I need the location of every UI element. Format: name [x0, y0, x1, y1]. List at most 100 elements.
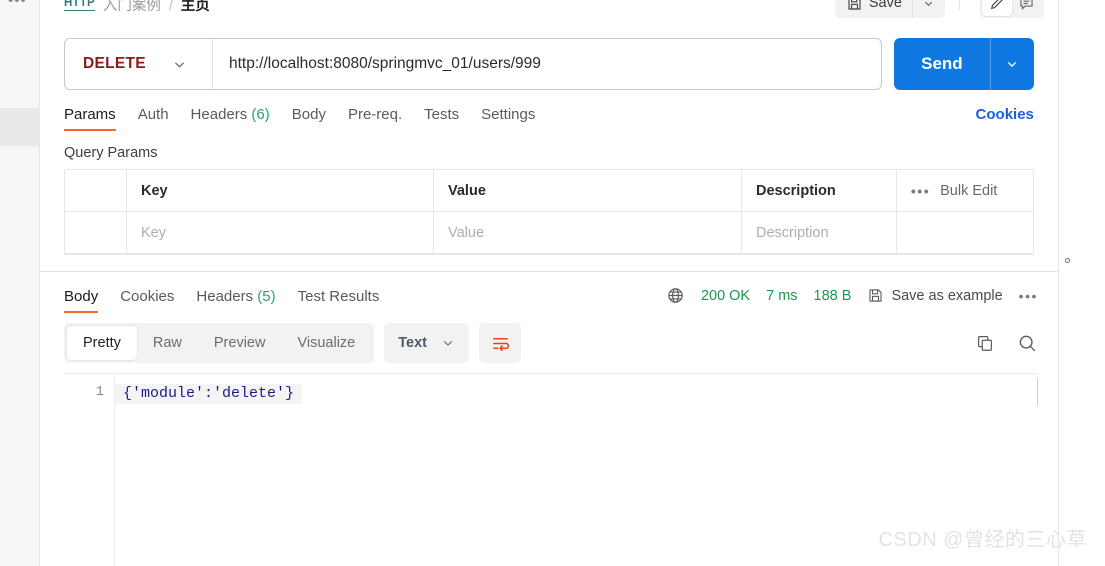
breadcrumb: HTTP 入门案例 / 主页 — [64, 0, 210, 15]
view-icon-group — [979, 0, 1044, 18]
response-time: 7 ms — [766, 287, 798, 304]
chevron-down-icon — [172, 57, 187, 72]
response-header: Body Cookies Headers (5) Test Results 20… — [40, 272, 1058, 313]
save-options-button[interactable] — [913, 0, 945, 18]
chevron-down-icon — [1005, 57, 1019, 71]
url-input[interactable]: http://localhost:8080/springmvc_01/users… — [213, 39, 881, 89]
response-code-area[interactable]: {'module':'delete'} — [114, 374, 1038, 566]
chevron-down-icon — [441, 336, 455, 350]
method-selector[interactable]: DELETE — [65, 39, 213, 89]
tab-headers-label: Headers — [190, 106, 248, 123]
table-header-row: Key Value Description ••• Bulk Edit — [65, 170, 1033, 212]
view-mode-preview[interactable]: Preview — [198, 326, 282, 360]
comment-button[interactable] — [1012, 0, 1042, 16]
save-button-group: Save — [834, 0, 945, 18]
response-more-icon[interactable]: ••• — [1019, 288, 1038, 304]
table-more-icon[interactable]: ••• — [911, 183, 930, 199]
pencil-icon — [988, 0, 1005, 12]
request-response-panel: HTTP 入门案例 / 主页 Save DELETE http://localh… — [40, 0, 1059, 566]
bulk-edit-group: ••• Bulk Edit — [897, 170, 1033, 211]
breadcrumb-current: 主页 — [180, 0, 210, 14]
floppy-disk-icon — [867, 287, 884, 304]
tab-tests-label: Tests — [424, 106, 460, 123]
globe-icon[interactable] — [666, 286, 685, 305]
tab-tests[interactable]: Tests — [424, 106, 459, 131]
save-button[interactable]: Save — [835, 0, 913, 18]
send-button-group: Send — [893, 38, 1034, 90]
chevron-down-icon — [922, 0, 935, 10]
tab-settings[interactable]: Settings — [481, 106, 535, 131]
url-bar: DELETE http://localhost:8080/springmvc_0… — [64, 38, 882, 90]
sidebar-more-icon[interactable]: ••• — [8, 0, 27, 8]
response-tab-test-results-label: Test Results — [297, 288, 380, 305]
table-row[interactable]: Key Value Description — [65, 212, 1033, 254]
code-line: {'module':'delete'} — [115, 384, 303, 404]
response-tab-test-results[interactable]: Test Results — [298, 288, 380, 313]
row-value-input[interactable]: Value — [434, 212, 742, 253]
copy-button[interactable] — [975, 333, 995, 353]
protocol-badge: HTTP — [64, 0, 95, 11]
tab-body[interactable]: Body — [292, 106, 326, 131]
response-body-toolbar: Pretty Raw Preview Visualize Text — [40, 313, 1058, 363]
top-actions: Save — [834, 0, 1044, 18]
send-button[interactable]: Send — [894, 38, 990, 90]
response-size: 188 B — [813, 287, 852, 304]
view-mode-raw[interactable]: Raw — [137, 326, 198, 360]
format-selector[interactable]: Text — [384, 323, 469, 363]
tab-prerequest[interactable]: Pre-req. — [348, 106, 402, 131]
response-meta: 200 OK 7 ms 188 B Save as example ••• — [666, 286, 1038, 313]
send-options-button[interactable] — [989, 38, 1034, 90]
body-toolbar-right — [975, 333, 1038, 354]
tab-params[interactable]: Params — [64, 106, 116, 131]
response-tab-body-label: Body — [64, 288, 99, 305]
tab-params-label: Params — [64, 106, 116, 123]
search-button[interactable] — [1017, 333, 1038, 354]
method-label: DELETE — [83, 55, 146, 72]
view-mode-pretty[interactable]: Pretty — [67, 326, 137, 360]
save-as-example-button[interactable]: Save as example — [867, 287, 1003, 304]
response-tab-body[interactable]: Body — [64, 288, 99, 313]
copy-icon — [975, 333, 995, 353]
word-wrap-button[interactable] — [479, 323, 521, 363]
top-bar: HTTP 入门案例 / 主页 Save — [40, 0, 1058, 26]
response-tab-cookies[interactable]: Cookies — [120, 288, 174, 313]
tab-headers-count: (6) — [251, 106, 270, 123]
header-value: Value — [434, 170, 742, 211]
line-number-gutter: 1 — [64, 374, 114, 566]
tab-headers[interactable]: Headers (6) — [191, 106, 270, 131]
view-mode-visualize[interactable]: Visualize — [281, 326, 371, 360]
right-rail-marker — [1064, 258, 1070, 263]
tab-body-label: Body — [291, 106, 326, 123]
tab-prerequest-label: Pre-req. — [347, 106, 403, 123]
tab-auth-label: Auth — [137, 106, 169, 123]
word-wrap-icon — [490, 333, 511, 354]
row-key-input[interactable]: Key — [127, 212, 434, 253]
header-checkbox-cell — [65, 170, 127, 211]
edit-button[interactable] — [981, 0, 1012, 16]
row-actions — [897, 212, 1033, 253]
url-row: DELETE http://localhost:8080/springmvc_0… — [40, 26, 1058, 90]
left-sidebar-rail: ••• — [0, 0, 40, 566]
query-params-title: Query Params — [64, 145, 158, 161]
postman-window: ••• HTTP 入门案例 / 主页 Save DELETE http://lo… — [0, 0, 1105, 566]
response-body: 1 {'module':'delete'} — [64, 373, 1038, 566]
code-edge-marker — [1036, 378, 1038, 406]
save-as-example-label: Save as example — [891, 287, 1003, 304]
status-code: 200 OK — [700, 287, 751, 304]
format-selector-label: Text — [398, 335, 427, 351]
tab-settings-label: Settings — [481, 106, 536, 123]
search-icon — [1017, 333, 1038, 354]
response-tab-headers-count: (5) — [257, 288, 276, 305]
response-tab-headers[interactable]: Headers (5) — [196, 288, 275, 313]
breadcrumb-separator: / — [168, 0, 173, 13]
floppy-disk-icon — [846, 0, 863, 12]
cookies-link[interactable]: Cookies — [976, 106, 1034, 131]
breadcrumb-parent[interactable]: 入门案例 — [103, 0, 161, 15]
tab-auth[interactable]: Auth — [138, 106, 169, 131]
comment-icon — [1018, 0, 1035, 12]
row-description-input[interactable]: Description — [742, 212, 897, 253]
header-description: Description — [742, 170, 897, 211]
bulk-edit-button[interactable]: Bulk Edit — [940, 183, 997, 199]
row-checkbox-cell[interactable] — [65, 212, 127, 253]
sidebar-active-item[interactable] — [0, 108, 40, 146]
